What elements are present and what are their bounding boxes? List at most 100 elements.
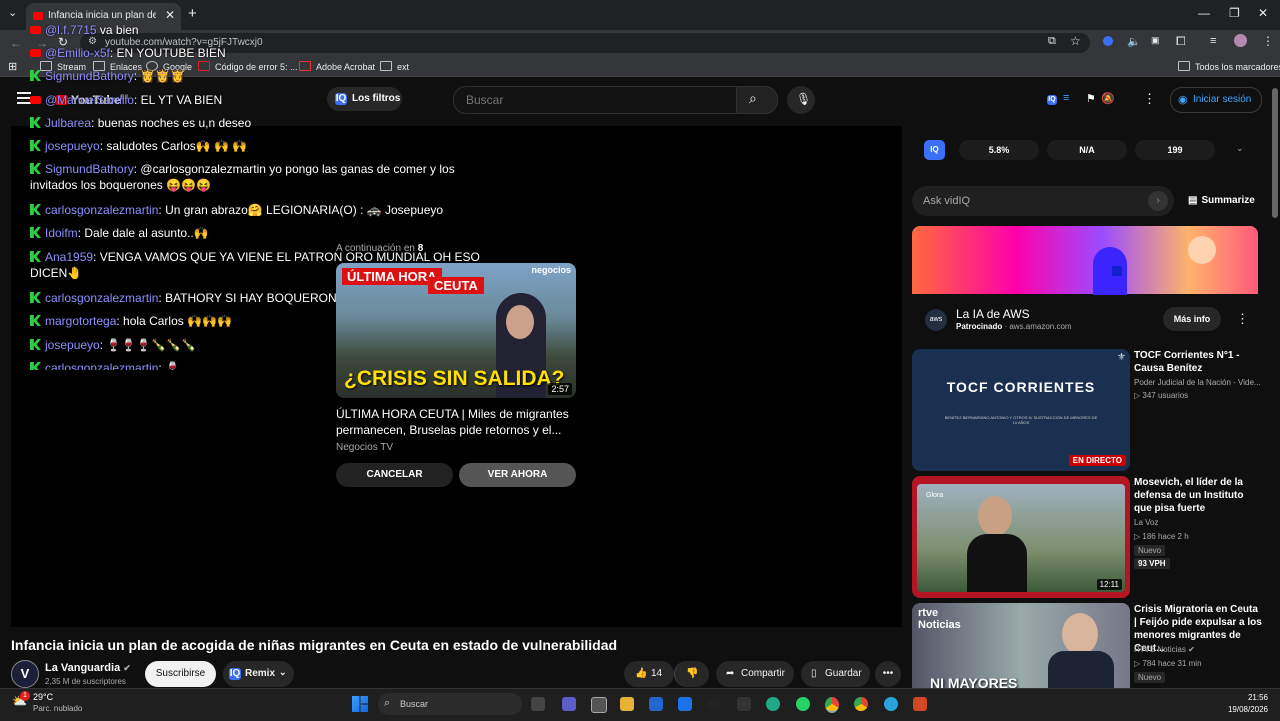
whatsapp-icon[interactable] (796, 697, 810, 711)
kick-chat-icon (30, 339, 41, 350)
taskbar-search[interactable]: ⌕ Buscar (378, 693, 522, 715)
rec-title[interactable]: TOCF Corrientes N°1 - Causa Benítez (1134, 349, 1262, 375)
install-app-icon[interactable]: ⧉ (1048, 35, 1056, 48)
reading-list-icon[interactable]: ≡ (1210, 35, 1216, 47)
youtube-chat-icon (30, 26, 41, 34)
new-badge: Nuevo (1134, 672, 1166, 683)
telegram-icon[interactable] (884, 697, 898, 711)
save-button[interactable]: ▯ Guardar (801, 661, 870, 687)
live-badge: EN DIRECTO (1068, 455, 1126, 466)
youtube-favicon-icon (33, 12, 43, 20)
system-clock[interactable]: 21:56 19/08/2026 (1220, 692, 1268, 716)
search-box[interactable] (453, 86, 739, 114)
book-icon: ▤ (1188, 195, 1198, 206)
thumb-badge: ÚLTIMA HORA (342, 268, 442, 285)
rec-meta: ▷ 347 usuarios (1134, 391, 1189, 400)
mic-icon: 🎙 (796, 92, 812, 106)
extensions-puzzle-icon[interactable]: ⧠ (1176, 34, 1186, 49)
kick-chat-icon (30, 292, 41, 303)
remix-button[interactable]: IQ Remix ⌄ (223, 661, 294, 687)
tab-search-icon[interactable]: ⌄ (8, 6, 17, 19)
vidiq-list-icon[interactable]: ≡ (1063, 92, 1069, 104)
thumb-brand: Glora (926, 492, 944, 499)
app-icon[interactable] (591, 697, 607, 713)
bookmark-star-icon[interactable]: ☆ (1070, 34, 1081, 48)
apps-grid-icon[interactable]: ⊞ (8, 60, 17, 73)
back-icon[interactable]: ← (10, 36, 22, 50)
ask-vidiq-input[interactable]: Ask vidIQ › (912, 186, 1174, 216)
teams-icon[interactable] (562, 697, 576, 711)
cancel-button[interactable]: CANCELAR (336, 463, 453, 487)
rec-channel: Poder Judicial de la Nación - Vide... (1134, 378, 1261, 387)
app-icon[interactable] (737, 697, 751, 711)
more-dots-icon: ••• (882, 668, 894, 679)
thumb-face (506, 305, 534, 339)
menu-hamburger-icon[interactable] (17, 92, 31, 104)
rec-thumbnail[interactable]: rtve Noticias NI MAYORES (912, 603, 1130, 688)
channel-name[interactable]: La Vanguardia ✔ (45, 662, 131, 674)
extension-off-icon[interactable]: ▣ (1151, 35, 1160, 46)
page-scrollbar[interactable] (1272, 88, 1278, 218)
outlook-icon[interactable] (678, 697, 692, 711)
subscribe-button[interactable]: Suscribirse (145, 661, 216, 687)
all-bookmarks[interactable]: Todos los marcadores (1178, 61, 1280, 72)
rec-channel: RTVE Noticias ✔ (1134, 645, 1195, 654)
share-button[interactable]: ➦ Compartir (716, 661, 794, 687)
like-button[interactable]: 👍 14 (624, 661, 674, 687)
search-button[interactable]: ⌕ (736, 86, 778, 114)
thumb-text: TOCF CORRIENTES (946, 379, 1096, 395)
more-actions-button[interactable]: ••• (875, 661, 901, 687)
up-next-title[interactable]: ÚLTIMA HORA CEUTA | Miles de migrantes p… (336, 406, 576, 438)
ad-title[interactable]: La IA de AWS (956, 307, 1030, 321)
obs-icon[interactable] (708, 697, 722, 711)
send-arrow-icon[interactable]: › (1148, 191, 1168, 211)
vidiq-tool-icon[interactable]: ⚑ (1086, 92, 1096, 105)
channel-avatar[interactable]: V (11, 660, 39, 688)
new-badge: Nuevo (1134, 545, 1166, 556)
dislike-button[interactable]: 👎 (674, 661, 709, 687)
profile-avatar[interactable] (1234, 34, 1247, 47)
store-icon[interactable] (649, 697, 663, 711)
vidiq-header-icon[interactable]: IQ (1047, 95, 1057, 105)
close-window-icon[interactable]: ✕ (1258, 6, 1268, 20)
ad-shape (1112, 266, 1122, 276)
minimize-icon[interactable]: — (1198, 6, 1210, 20)
rec-title[interactable]: Mosevich, el líder de la defensa de un I… (1134, 476, 1262, 515)
app-icon[interactable] (766, 697, 780, 711)
up-next-thumbnail[interactable]: ÚLTIMA HORA CEUTA negocios ¿CRISIS SIN S… (336, 263, 576, 398)
new-tab-icon[interactable]: + (188, 5, 197, 22)
file-explorer-icon[interactable] (620, 697, 634, 711)
chat-message: @l.f.7715 va bien (30, 22, 490, 38)
voice-search-button[interactable]: 🎙 (787, 86, 815, 114)
chevron-down-icon: ⌄ (279, 667, 287, 677)
chrome-icon[interactable] (825, 697, 839, 713)
expand-chevron-icon[interactable]: ⌄ (1236, 143, 1244, 154)
vidiq-logo-icon[interactable]: IQ (924, 140, 945, 160)
vidiq-alert-icon[interactable]: 🔕 (1101, 92, 1115, 105)
search-input[interactable] (464, 92, 728, 108)
powerpoint-icon[interactable] (913, 697, 927, 711)
rec-channel: La Voz (1134, 518, 1159, 527)
chrome-icon[interactable] (854, 697, 868, 711)
settings-more-icon[interactable]: ⋮ (1143, 91, 1156, 107)
audio-icon[interactable]: 🔈 (1127, 35, 1141, 48)
vidiq-stat: N/A (1047, 140, 1127, 160)
maximize-icon[interactable]: ❐ (1229, 6, 1240, 20)
notification-badge: 1 (20, 691, 30, 701)
rec-meta: ▷ 784 hace 31 min (1134, 659, 1202, 668)
task-view-icon[interactable] (531, 697, 545, 711)
rec-meta: ▷ 186 hace 2 h (1134, 532, 1189, 541)
close-tab-icon[interactable]: ✕ (165, 8, 175, 22)
browser-menu-icon[interactable]: ⋮ (1262, 34, 1274, 48)
search-icon: ⌕ (384, 697, 391, 709)
aws-logo: aws (925, 309, 947, 331)
watch-now-button[interactable]: VER AHORA (459, 463, 576, 487)
ad-menu-icon[interactable]: ⋮ (1236, 311, 1249, 327)
rec-thumbnail[interactable]: TOCF CORRIENTES BENÍTEZ BERNARDINO ANTON… (912, 349, 1130, 471)
rec-thumbnail[interactable]: Glora 12:11 (912, 476, 1130, 598)
summarize-button[interactable]: ▤ Summarize (1188, 195, 1255, 206)
weather-temp[interactable]: 29°C (33, 692, 53, 702)
vidiq-extension-icon[interactable] (1103, 36, 1113, 46)
signin-button[interactable]: ◉ Iniciar sesión (1170, 87, 1262, 113)
ad-more-info-button[interactable]: Más info (1163, 307, 1221, 331)
